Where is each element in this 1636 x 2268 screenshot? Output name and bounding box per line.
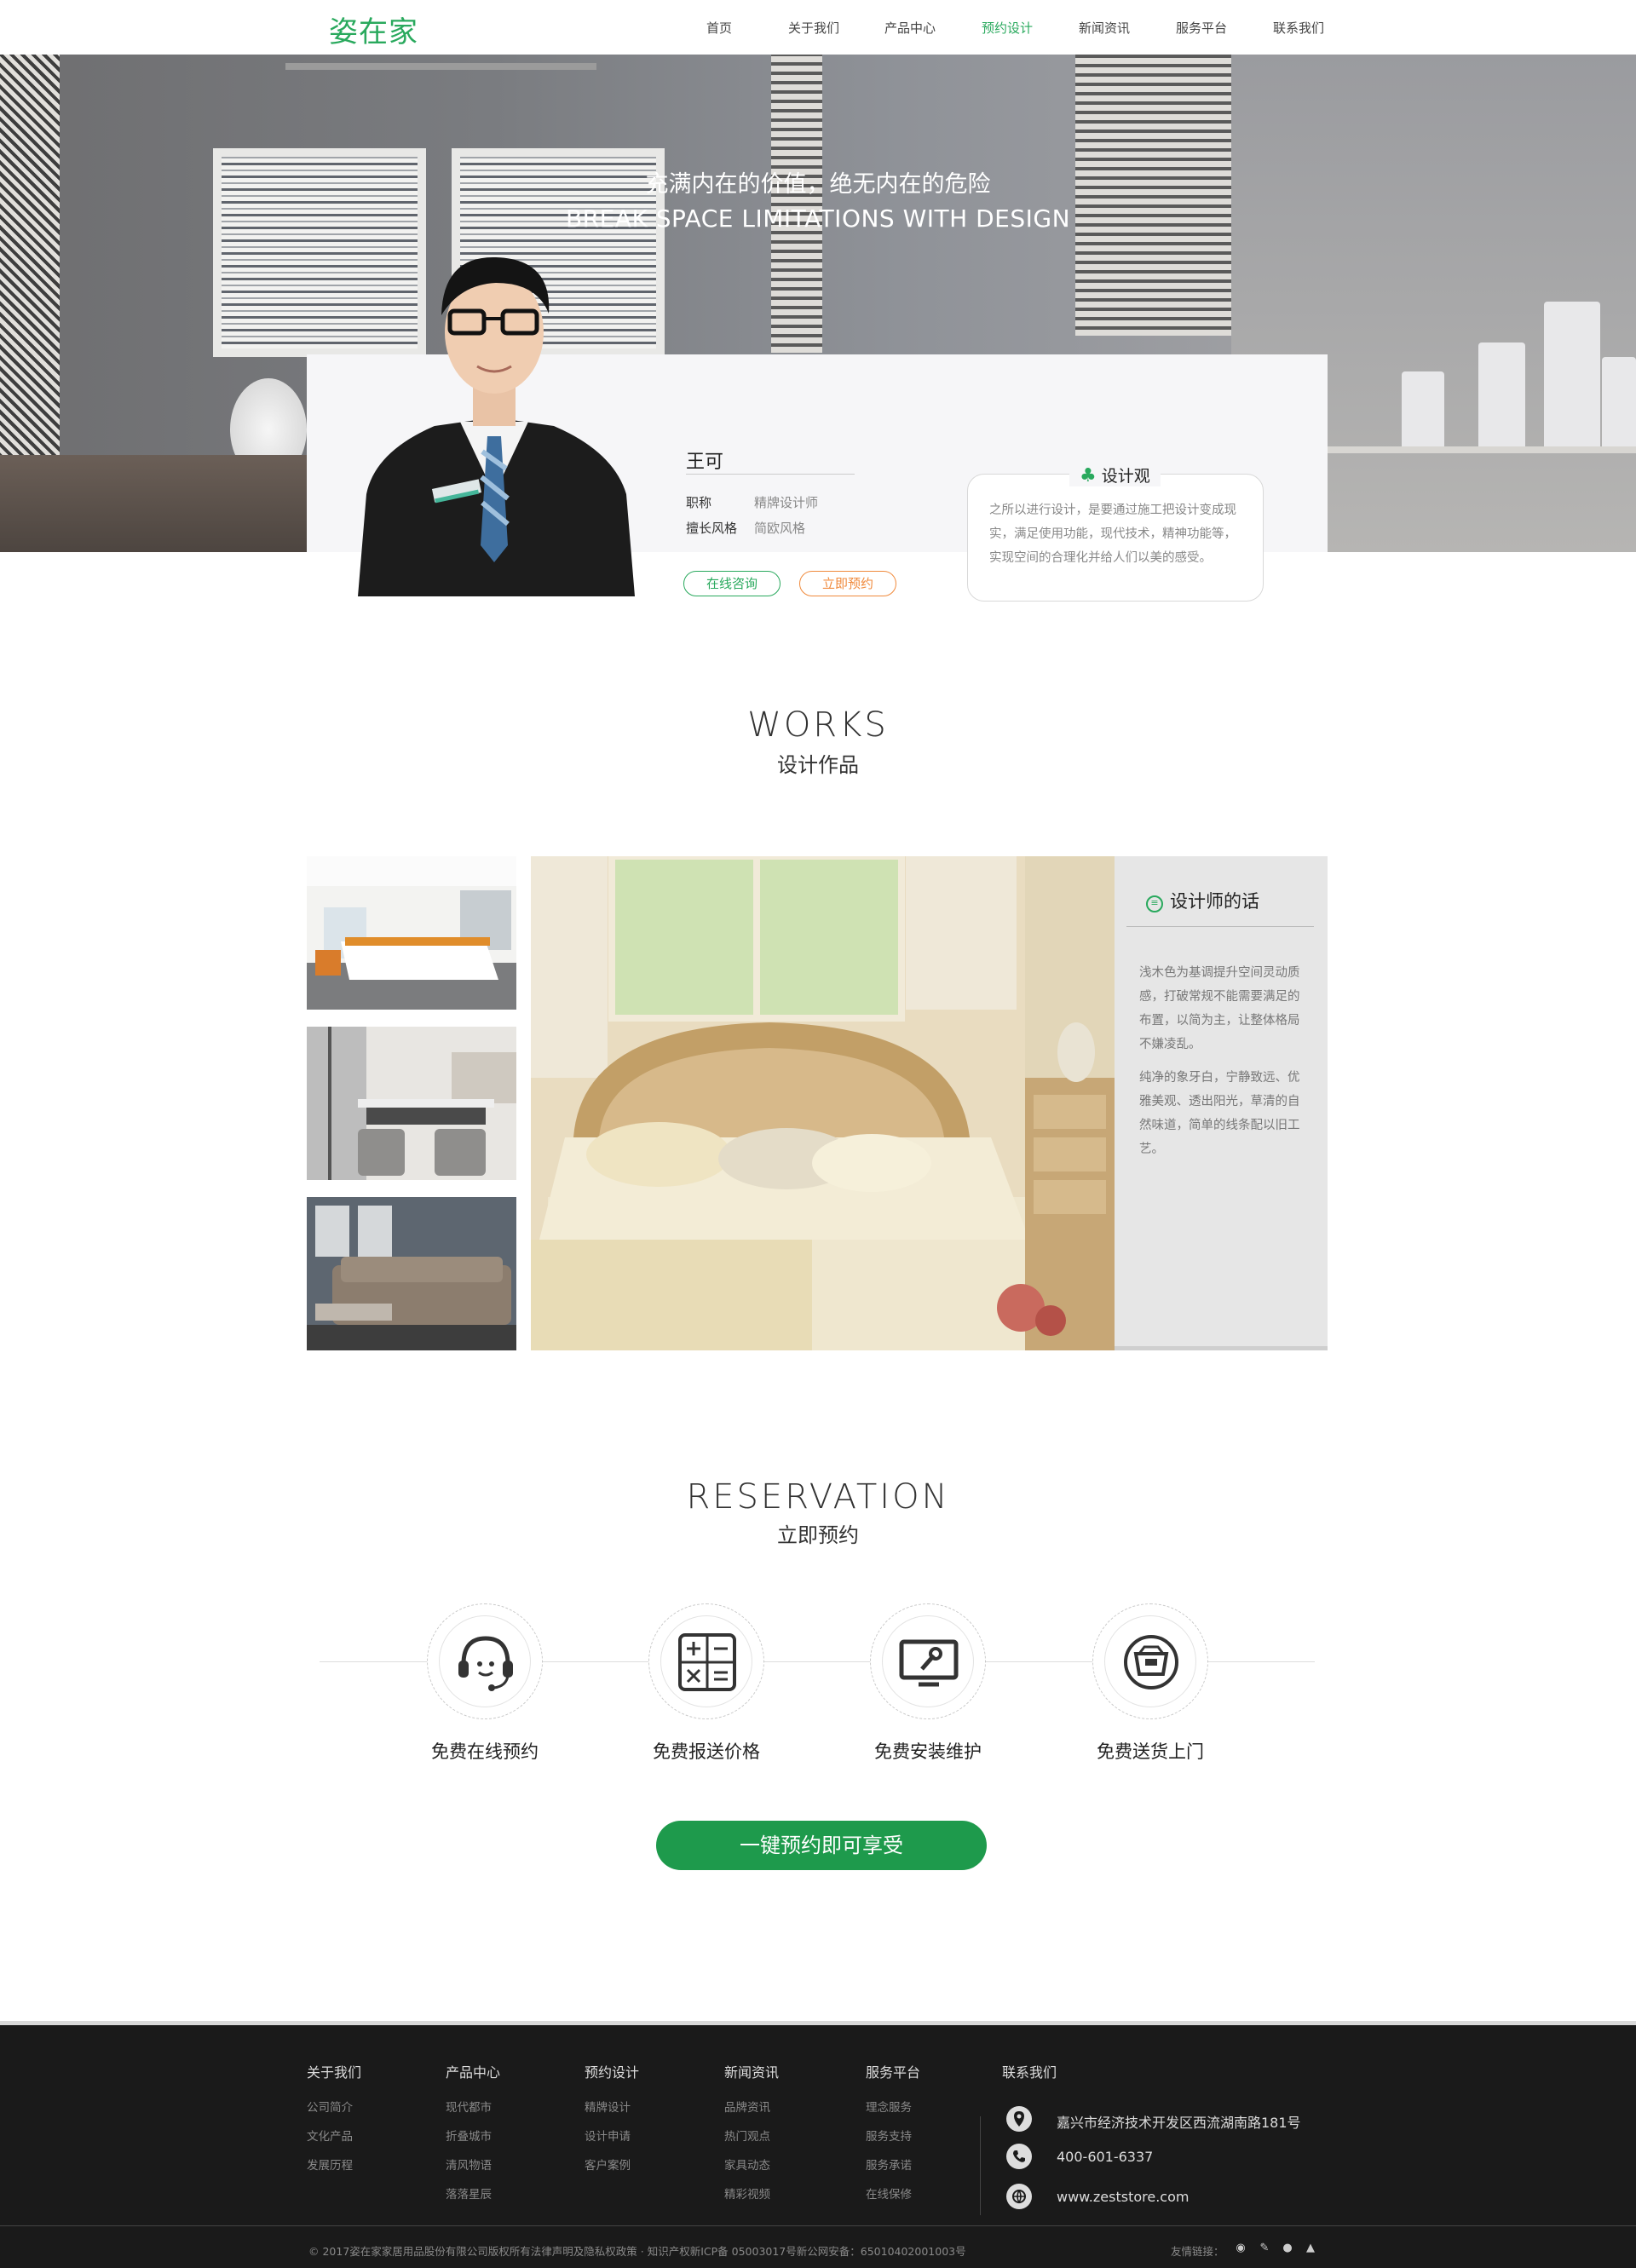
footer-link[interactable]: 品牌资讯 <box>724 2098 770 2115</box>
footer-link[interactable]: 服务承诺 <box>866 2156 912 2173</box>
footer-link[interactable]: 设计申请 <box>585 2127 631 2144</box>
repair-monitor-icon <box>899 1639 959 1687</box>
footer-heading-products: 产品中心 <box>446 2064 501 2081</box>
nav-item-products[interactable]: 产品中心 <box>884 19 936 37</box>
title-label: 职称 <box>686 495 712 510</box>
nav-item-home[interactable]: 首页 <box>706 19 732 37</box>
quote-heading-text: 设计师的话 <box>1170 891 1259 912</box>
footer-link[interactable]: 家具动态 <box>724 2156 770 2173</box>
calculator-icon <box>678 1633 736 1691</box>
copyright-text: © 2017姿在家家居用品股份有限公司版权所有法律声明及隐私权政策 · 知识产权… <box>308 2245 966 2258</box>
sofa <box>0 455 358 552</box>
service-free-delivery[interactable] <box>1092 1603 1208 1719</box>
service-free-quote[interactable] <box>648 1603 764 1719</box>
delivery-box-icon <box>1124 1635 1178 1689</box>
top-navbar: 姿在家 首页 关于我们 产品中心 预约设计 新闻资讯 服务平台 联系我们 <box>0 0 1636 55</box>
quote-heading: ≡ 设计师的话 <box>1146 888 1259 913</box>
footer-heading-about: 关于我们 <box>307 2064 362 2081</box>
nav-item-about[interactable]: 关于我们 <box>788 19 839 37</box>
friend-links-label: 友情链接： <box>1171 2245 1224 2258</box>
nav-item-news[interactable]: 新闻资讯 <box>1079 19 1130 37</box>
quote-paragraph-1: 浅木色为基调提升空间灵动质感，打破常规不能需要满足的布置，以简为主，让整体格局不… <box>1139 966 1300 1051</box>
footer-heading-design: 预约设计 <box>585 2064 640 2081</box>
footer-heading-contact: 联系我们 <box>1002 2064 1057 2081</box>
footer-link[interactable]: 落落星辰 <box>446 2185 492 2202</box>
footer-heading-service: 服务平台 <box>866 2064 921 2081</box>
phone-icon <box>1006 2144 1032 2169</box>
work-thumb-dining[interactable] <box>307 1027 516 1180</box>
quote-divider <box>1126 926 1314 927</box>
footer-link[interactable]: 现代都市 <box>446 2098 492 2115</box>
footer-divider <box>980 2116 981 2215</box>
service-online-booking[interactable] <box>427 1603 543 1719</box>
headset-icon <box>458 1636 513 1691</box>
philosophy-heading: ♣ 设计观 <box>1069 463 1161 486</box>
nav-item-contact[interactable]: 联系我们 <box>1273 19 1324 37</box>
qq-icon[interactable]: ▲ <box>1304 2242 1317 2255</box>
footer-link[interactable]: 精牌设计 <box>585 2098 631 2115</box>
footer-heading-news: 新闻资讯 <box>724 2064 780 2081</box>
service-label-install: 免费安装维护 <box>874 1741 982 1762</box>
footer-link[interactable]: 精彩视频 <box>724 2185 770 2202</box>
philosophy-text: 之所以进行设计，是要通过施工把设计变成现实，满足使用功能，现代技术，精神功能等，… <box>989 504 1236 565</box>
footer-link[interactable]: 公司简介 <box>307 2098 353 2115</box>
title-value: 精牌设计师 <box>754 495 819 510</box>
service-label-online-booking: 免费在线预约 <box>431 1741 539 1762</box>
nav-item-service[interactable]: 服务平台 <box>1176 19 1227 37</box>
hero-title-cn: 充满内在的价值，绝无内在的危险 <box>645 171 991 198</box>
footer-link[interactable]: 理念服务 <box>866 2098 912 2115</box>
center-curtain <box>771 55 822 353</box>
style-value: 简欧风格 <box>754 521 806 536</box>
decor-house-1 <box>1402 371 1444 446</box>
tencent-weibo-icon[interactable]: ✎ <box>1258 2242 1271 2255</box>
book-now-button[interactable]: 立即预约 <box>799 571 896 596</box>
decor-house-4 <box>1602 357 1636 446</box>
contact-website[interactable]: www.zeststore.com <box>1057 2189 1189 2205</box>
name-divider <box>686 474 855 475</box>
contact-address: 嘉兴市经济技术开发区西流湖南路181号 <box>1057 2115 1301 2131</box>
contact-phone[interactable]: 400-601-6337 <box>1057 2149 1153 2165</box>
wechat-icon[interactable]: ● <box>1281 2242 1294 2255</box>
footer-top-border <box>0 2021 1636 2025</box>
footer-link[interactable]: 热门观点 <box>724 2127 770 2144</box>
curtain-rod <box>285 63 596 70</box>
footer-link[interactable]: 发展历程 <box>307 2156 353 2173</box>
work-thumb-kitchen[interactable] <box>307 856 516 1010</box>
designer-name: 王可 <box>686 452 724 473</box>
footer-link[interactable]: 客户案例 <box>585 2156 631 2173</box>
designer-portrait <box>358 256 635 596</box>
clover-icon: ♣ <box>1080 465 1097 486</box>
service-install-maintenance[interactable] <box>870 1603 986 1719</box>
left-curtain <box>0 55 60 463</box>
philosophy-heading-text: 设计观 <box>1101 467 1150 486</box>
weibo-icon[interactable]: ◉ <box>1234 2242 1247 2255</box>
footer-link[interactable]: 文化产品 <box>307 2127 353 2144</box>
service-label-delivery: 免费送货上门 <box>1097 1741 1204 1762</box>
online-consult-button[interactable]: 在线咨询 <box>683 571 781 596</box>
one-click-booking-button[interactable]: 一键预约即可享受 <box>656 1821 987 1870</box>
hero-title-en: BREAK SPACE LIMITATIONS WITH DESIGN <box>565 204 1071 233</box>
brand-logo[interactable]: 姿在家 <box>329 9 418 50</box>
speech-bubble-icon: ≡ <box>1146 895 1163 912</box>
works-heading-cn: 设计作品 <box>777 753 859 777</box>
decor-house-3 <box>1544 302 1600 446</box>
footer-bottom-divider <box>0 2225 1636 2226</box>
reservation-heading-en: RESERVATION <box>686 1477 950 1517</box>
service-label-free-quote: 免费报送价格 <box>653 1741 760 1762</box>
globe-icon <box>1006 2184 1032 2209</box>
work-thumb-living[interactable] <box>307 1197 516 1350</box>
footer-link[interactable]: 折叠城市 <box>446 2127 492 2144</box>
decor-house-2 <box>1478 343 1525 446</box>
nav-item-design-booking[interactable]: 预约设计 <box>982 19 1033 37</box>
footer <box>0 2021 1636 2268</box>
quote-paragraph-2: 纯净的象牙白，宁静致远、优雅美观、透出阳光，草清的自然味道，简单的线条配以旧工艺… <box>1139 1071 1300 1156</box>
style-label: 擅长风格 <box>686 521 738 536</box>
footer-link[interactable]: 服务支持 <box>866 2127 912 2144</box>
footer-link[interactable]: 在线保修 <box>866 2185 912 2202</box>
reservation-heading-cn: 立即预约 <box>777 1523 859 1547</box>
work-main-photo-bedroom[interactable] <box>531 856 1115 1350</box>
works-heading-en: WORKS <box>747 705 889 745</box>
footer-link[interactable]: 清风物语 <box>446 2156 492 2173</box>
location-pin-icon <box>1006 2106 1032 2132</box>
